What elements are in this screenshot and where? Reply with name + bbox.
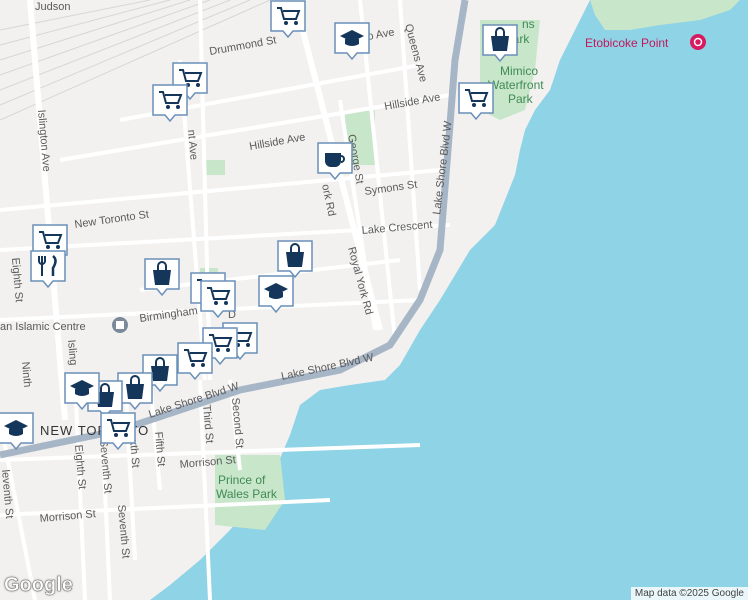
map-attribution[interactable]: Map data ©2025 Google — [630, 587, 748, 600]
map-marker-shopping-bag[interactable] — [277, 240, 313, 279]
map-marker-shopping-cart[interactable] — [458, 82, 494, 121]
label-prince-wales-2: Wales Park — [216, 487, 278, 501]
label-ninth: Ninth — [19, 361, 33, 388]
park-small — [205, 160, 225, 175]
label-etobicoke-point: Etobicoke Point — [585, 36, 669, 50]
map-marker-shopping-cart[interactable] — [270, 0, 306, 39]
map-marker-school[interactable] — [64, 372, 100, 411]
label-islamic-centre: an Islamic Centre — [0, 321, 86, 333]
map-canvas[interactable]: Judson Drummond St o Ave Queens Ave Hill… — [0, 0, 748, 600]
label-mimico-1: Mimico — [500, 64, 538, 78]
map-marker-shopping-bag[interactable] — [482, 24, 518, 63]
marker-pin — [30, 250, 66, 289]
map-marker-shopping-cart[interactable] — [100, 412, 136, 451]
map-marker-cafe[interactable] — [317, 142, 353, 181]
label-judson: Judson — [35, 1, 70, 13]
map-marker-shopping-cart[interactable] — [152, 84, 188, 123]
label-mimico-3: Park — [508, 92, 534, 106]
map-marker-shopping-bag[interactable] — [117, 372, 153, 411]
label-humber-park-partial: ns — [522, 17, 535, 31]
map-marker-school[interactable] — [334, 22, 370, 61]
map-marker-restaurant[interactable] — [30, 250, 66, 289]
google-logo: Google — [4, 574, 73, 597]
camera-icon — [690, 34, 706, 50]
map-marker-shopping-bag[interactable] — [144, 258, 180, 297]
map-marker-school[interactable] — [0, 412, 34, 451]
label-mimico-2: Waterfront — [488, 78, 544, 92]
label-prince-wales-1: Prince of — [218, 473, 266, 487]
label-isling-short: Isling — [65, 339, 79, 366]
map-marker-school[interactable] — [258, 275, 294, 314]
map-marker-shopping-cart[interactable] — [200, 280, 236, 319]
map-marker-shopping-cart[interactable] — [177, 342, 213, 381]
mosque-icon — [112, 317, 128, 333]
